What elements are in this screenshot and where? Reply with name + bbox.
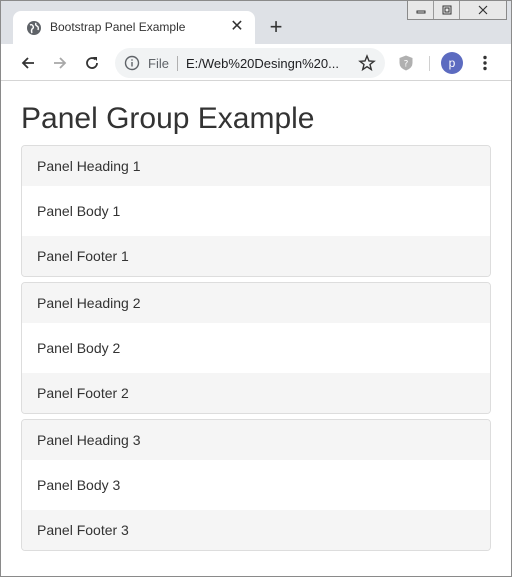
arrow-left-icon — [21, 57, 34, 69]
panel-heading: Panel Heading 3 — [22, 420, 490, 460]
minimize-button[interactable] — [408, 1, 434, 19]
star-icon[interactable] — [358, 54, 376, 72]
new-tab-button[interactable]: + — [265, 16, 287, 39]
toolbar-divider — [429, 56, 430, 71]
panel: Panel Heading 3 Panel Body 3 Panel Foote… — [21, 419, 491, 551]
panel-heading: Panel Heading 2 — [22, 283, 490, 323]
panel-heading: Panel Heading 1 — [22, 146, 490, 186]
reload-icon — [86, 57, 98, 69]
url-scheme: File — [148, 56, 169, 71]
panel-footer: Panel Footer 1 — [22, 236, 490, 276]
restore-icon — [442, 5, 451, 15]
browser-window: Bootstrap Panel Example ✕ + File E:/Web%… — [0, 0, 512, 577]
panel-footer: Panel Footer 3 — [22, 510, 490, 550]
back-button[interactable] — [17, 52, 39, 74]
shield-extension-icon[interactable]: ? — [397, 54, 415, 72]
arrow-right-icon — [54, 57, 67, 69]
panel: Panel Heading 2 Panel Body 2 Panel Foote… — [21, 282, 491, 414]
tab-strip: Bootstrap Panel Example ✕ + — [1, 1, 511, 44]
restore-button[interactable] — [434, 1, 460, 19]
forward-button[interactable] — [49, 52, 71, 74]
panel-footer: Panel Footer 2 — [22, 373, 490, 413]
url-text[interactable]: E:/Web%20Desingn%20... — [186, 56, 339, 71]
panel-body: Panel Body 2 — [22, 323, 490, 373]
profile-avatar[interactable]: p — [441, 52, 463, 74]
panel: Panel Heading 1 Panel Body 1 Panel Foote… — [21, 145, 491, 277]
globe-icon — [27, 21, 41, 35]
address-bar[interactable]: File E:/Web%20Desingn%20... — [115, 48, 385, 78]
panel-group: Panel Heading 1 Panel Body 1 Panel Foote… — [21, 145, 491, 556]
more-vertical-icon[interactable] — [475, 53, 495, 73]
browser-toolbar: File E:/Web%20Desingn%20... ? p — [1, 44, 511, 81]
page-content: Panel Group Example Panel Heading 1 Pane… — [1, 82, 511, 576]
svg-text:?: ? — [404, 60, 409, 70]
close-window-button[interactable] — [460, 1, 506, 19]
close-tab-icon[interactable]: ✕ — [229, 19, 245, 35]
panel-body: Panel Body 3 — [22, 460, 490, 510]
reload-button[interactable] — [81, 52, 103, 74]
page-title: Panel Group Example — [21, 102, 315, 135]
close-icon — [478, 5, 488, 15]
minimize-icon — [416, 10, 425, 14]
address-divider — [177, 56, 178, 71]
browser-tab[interactable]: Bootstrap Panel Example ✕ — [13, 11, 255, 44]
panel-body: Panel Body 1 — [22, 186, 490, 236]
info-icon[interactable] — [124, 55, 140, 71]
tab-title: Bootstrap Panel Example — [50, 20, 186, 34]
window-controls — [407, 1, 507, 20]
